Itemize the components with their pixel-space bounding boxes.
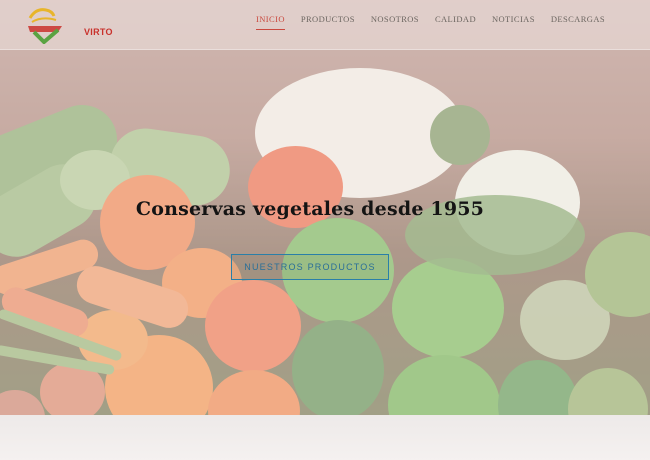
nav-item-noticias[interactable]: NOTICIAS bbox=[492, 14, 535, 30]
nav-item-calidad[interactable]: CALIDAD bbox=[435, 14, 476, 30]
products-cta-button[interactable]: NUESTROS PRODUCTOS bbox=[231, 254, 389, 280]
nav-item-descargas[interactable]: DESCARGAS bbox=[551, 14, 605, 30]
site-header: VIRTO INICIO PRODUCTOS NOSOTROS CALIDAD … bbox=[0, 0, 650, 50]
logo-wordmark: VIRTO bbox=[84, 27, 113, 37]
hero-tagline: Conservas vegetales desde 1955 bbox=[135, 198, 485, 220]
nav-item-inicio[interactable]: INICIO bbox=[256, 14, 285, 30]
nav-item-productos[interactable]: PRODUCTOS bbox=[301, 14, 355, 30]
nav-item-nosotros[interactable]: NOSOTROS bbox=[371, 14, 419, 30]
hero-overlay bbox=[0, 0, 650, 460]
main-navigation: INICIO PRODUCTOS NOSOTROS CALIDAD NOTICI… bbox=[256, 14, 605, 30]
brand-logo[interactable]: VIRTO bbox=[22, 4, 113, 45]
logo-emblem-icon bbox=[28, 8, 62, 45]
hero-background bbox=[0, 0, 650, 460]
